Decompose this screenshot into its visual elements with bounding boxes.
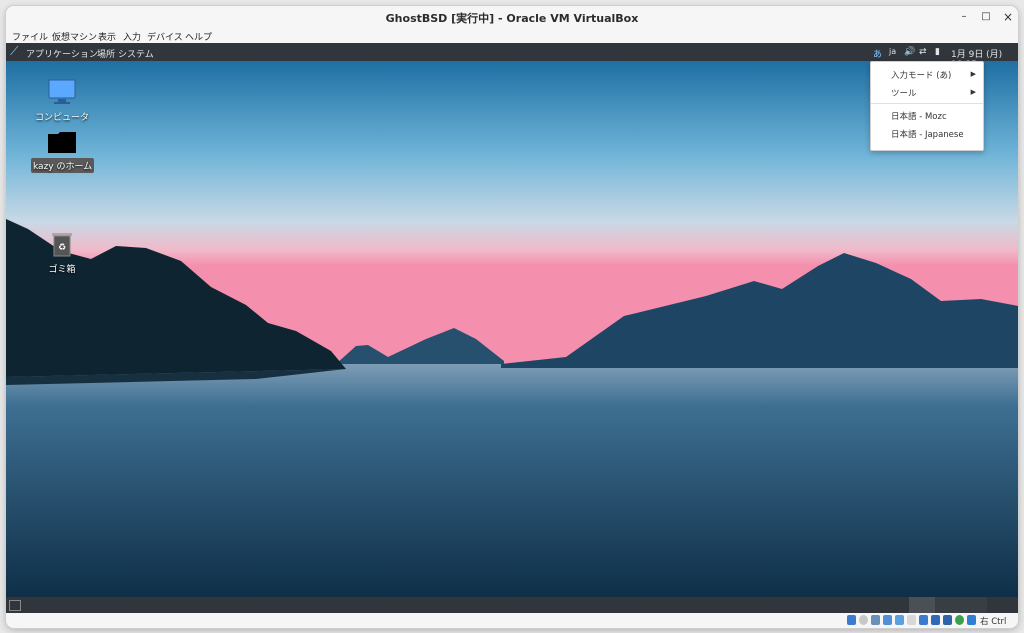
- desktop-icon-label: コンピュータ: [34, 113, 89, 123]
- desktop-icon-label: kazy のホーム: [31, 158, 95, 173]
- language-indicator[interactable]: ja: [889, 47, 896, 56]
- guest-bottom-panel: [6, 597, 1018, 613]
- ime-dropdown-menu: 入力モード (あ) ▶ ツール ▶ 日本語 - Mozc 日本語 - Japan…: [870, 61, 984, 151]
- title-bar[interactable]: GhostBSD [実行中] - Oracle VM VirtualBox – …: [6, 6, 1018, 28]
- desktop-wallpaper: [6, 61, 1018, 597]
- ghostbsd-logo-icon[interactable]: ⟋: [10, 44, 18, 59]
- computer-icon: [48, 79, 76, 104]
- network-adapter-icon[interactable]: [883, 615, 892, 625]
- window-title: GhostBSD [実行中] - Oracle VM VirtualBox: [385, 12, 639, 25]
- audio-icon[interactable]: [871, 615, 880, 625]
- vm-display[interactable]: ⟋ アプリケーション 場所 システム あ ja 🔊 ⇄ ▮ 1月 9日 (月) …: [6, 43, 1018, 613]
- desktop-icon-home[interactable]: kazy のホーム: [31, 129, 95, 173]
- mouse-integration-icon[interactable]: [955, 615, 964, 625]
- workspace-switcher-active[interactable]: [909, 597, 935, 613]
- menu-item-tools[interactable]: ツール: [891, 87, 917, 99]
- svg-text:♻: ♻: [58, 243, 66, 253]
- shared-folders-icon[interactable]: [907, 615, 916, 625]
- menu-input[interactable]: 入力: [123, 30, 141, 43]
- menu-view[interactable]: 表示: [98, 30, 116, 43]
- minimize-button[interactable]: –: [956, 9, 972, 25]
- workspace-switcher[interactable]: [935, 597, 961, 613]
- submenu-arrow-icon: ▶: [970, 70, 976, 78]
- guest-top-panel: ⟋ アプリケーション 場所 システム あ ja 🔊 ⇄ ▮ 1月 9日 (月) …: [6, 43, 1018, 70]
- battery-icon[interactable]: ▮: [935, 47, 940, 57]
- cpu-icon[interactable]: [943, 615, 952, 625]
- places-menu[interactable]: 場所: [97, 47, 115, 60]
- menu-item-mozc[interactable]: 日本語 - Mozc: [891, 110, 947, 122]
- submenu-arrow-icon: ▶: [970, 88, 976, 96]
- virtualbox-window: GhostBSD [実行中] - Oracle VM VirtualBox – …: [6, 6, 1018, 628]
- vm-status-bar: 右 Ctrl: [6, 613, 1018, 628]
- desktop-icon-computer[interactable]: コンピュータ: [31, 78, 93, 124]
- network-icon[interactable]: ⇄: [919, 47, 927, 57]
- input-mode-indicator[interactable]: あ: [873, 47, 882, 60]
- show-desktop-icon[interactable]: [9, 600, 21, 611]
- host-key-label: 右 Ctrl: [980, 617, 1007, 627]
- menu-machine[interactable]: 仮想マシン: [52, 30, 97, 43]
- trash-icon: ♻: [52, 233, 72, 257]
- menu-item-japanese[interactable]: 日本語 - Japanese: [891, 128, 964, 140]
- menu-item-input-mode[interactable]: 入力モード (あ): [891, 69, 951, 81]
- menu-devices[interactable]: デバイス: [147, 30, 183, 43]
- usb-icon[interactable]: [895, 615, 904, 625]
- desktop-icon-label: ゴミ箱: [48, 265, 76, 275]
- hard-disk-icon[interactable]: [847, 615, 856, 625]
- home-folder-icon: [48, 132, 76, 153]
- menu-bar: ファイル 仮想マシン 表示 入力 デバイス ヘルプ: [6, 28, 1018, 43]
- desktop-icon-trash[interactable]: ♻ ゴミ箱: [31, 230, 93, 276]
- menu-file[interactable]: ファイル: [12, 30, 48, 43]
- close-button[interactable]: ×: [1000, 9, 1016, 25]
- optical-drive-icon[interactable]: [859, 615, 868, 625]
- workspace-switcher[interactable]: [961, 597, 987, 613]
- menu-help[interactable]: ヘルプ: [185, 30, 212, 43]
- volume-icon[interactable]: 🔊: [904, 47, 915, 57]
- system-menu[interactable]: システム: [118, 47, 154, 60]
- recording-icon[interactable]: [931, 615, 940, 625]
- menu-separator: [871, 103, 983, 104]
- display-icon[interactable]: [919, 615, 928, 625]
- applications-menu[interactable]: アプリケーション: [26, 47, 98, 60]
- keyboard-capture-icon[interactable]: [967, 615, 976, 625]
- maximize-button[interactable]: □: [978, 9, 994, 25]
